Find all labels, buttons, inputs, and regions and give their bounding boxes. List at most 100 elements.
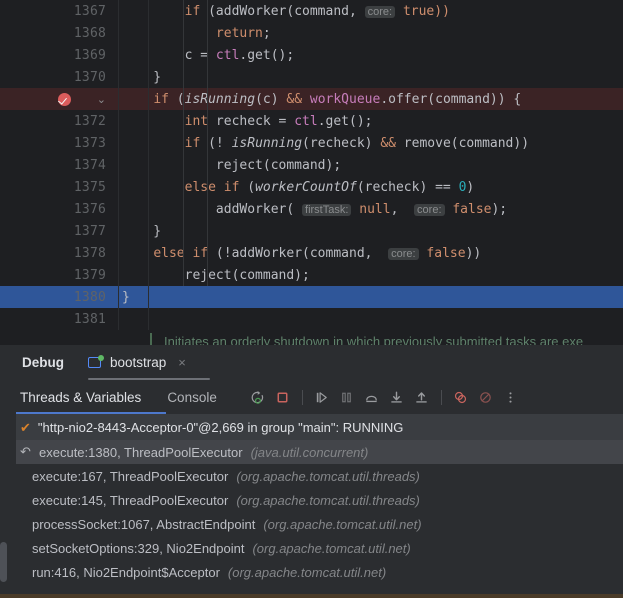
editor-gutter[interactable]: 1379 <box>0 264 118 286</box>
code-line[interactable]: 1373 if (! isRunning(recheck) && remove(… <box>0 132 623 154</box>
stack-frame-row[interactable]: processSocket:1067, AbstractEndpoint (or… <box>0 512 623 536</box>
code-line[interactable]: 1374 reject(command); <box>0 154 623 176</box>
code-line[interactable]: 1369 c = ctl.get(); <box>0 44 623 66</box>
line-number: 1376 <box>73 201 106 217</box>
step-into-icon[interactable] <box>386 386 408 408</box>
tab-console[interactable]: Console <box>167 380 217 414</box>
view-breakpoints-icon[interactable] <box>450 386 472 408</box>
editor-gutter[interactable]: 1377 <box>0 220 118 242</box>
stack-frame-row[interactable]: setSocketOptions:329, Nio2Endpoint (org.… <box>0 536 623 560</box>
debug-toolbar: Threads & Variables Console <box>0 380 623 414</box>
editor-gutter[interactable]: 1370 <box>0 66 118 88</box>
stack-frame-row[interactable]: ↶ execute:1380, ThreadPoolExecutor (java… <box>0 440 623 464</box>
editor-gutter[interactable]: 1380 <box>0 286 118 308</box>
indent-guide <box>183 242 184 264</box>
line-number: 1368 <box>73 25 106 41</box>
line-number: 1372 <box>73 113 106 129</box>
code-line[interactable]: 1381 <box>0 308 623 330</box>
thread-label: "http-nio2-8443-Acceptor-0"@2,669 in gro… <box>37 419 404 435</box>
code-text: } <box>122 69 162 85</box>
line-number: 1370 <box>73 69 106 85</box>
fold-separator <box>148 22 149 44</box>
frame-package: (org.apache.tomcat.util.threads) <box>236 468 420 484</box>
close-icon[interactable]: × <box>178 355 186 370</box>
code-line[interactable]: 1376 addWorker( firstTask: null, core: f… <box>0 198 623 220</box>
code-editor[interactable]: 1367 if (addWorker(command, core: true))… <box>0 0 623 345</box>
frame-return-icon: ↶ <box>20 444 31 460</box>
indent-guide <box>183 154 184 176</box>
editor-gutter[interactable]: 1372 <box>0 110 118 132</box>
frame-package: (org.apache.tomcat.util.net) <box>252 540 411 556</box>
rerun-icon[interactable] <box>247 386 269 408</box>
code-line[interactable]: 1372 int recheck = ctl.get(); <box>0 110 623 132</box>
editor-gutter[interactable]: 1368 <box>0 22 118 44</box>
line-number: 1369 <box>73 47 106 63</box>
frames-scrollbar[interactable] <box>0 542 7 582</box>
editor-gutter[interactable]: 1378 <box>0 242 118 264</box>
tab-threads-variables-label: Threads & Variables <box>20 389 142 405</box>
editor-gutter[interactable]: 1376 <box>0 198 118 220</box>
editor-gutter[interactable]: 1367 <box>0 0 118 22</box>
fold-separator <box>148 132 149 154</box>
stack-frame-row[interactable]: execute:167, ThreadPoolExecutor (org.apa… <box>0 464 623 488</box>
thread-status-icon: ✔ <box>20 419 31 435</box>
code-text: reject(command); <box>122 157 342 173</box>
stack-frame-row[interactable]: execute:145, ThreadPoolExecutor (org.apa… <box>0 488 623 512</box>
editor-gutter[interactable]: 1375 <box>0 176 118 198</box>
frame-method: execute:1380, ThreadPoolExecutor <box>39 444 243 460</box>
code-line[interactable]: ⌄ if (isRunning(c) && workQueue.offer(co… <box>0 88 623 110</box>
run-tab-label: bootstrap <box>110 355 167 370</box>
indent-guide <box>183 110 184 132</box>
ide-window: 1367 if (addWorker(command, core: true))… <box>0 0 623 598</box>
code-line[interactable]: 1379 reject(command); <box>0 264 623 286</box>
gutter-separator <box>118 242 119 264</box>
indent-guide <box>207 242 208 264</box>
stack-frame-row[interactable]: run:416, Nio2Endpoint$Acceptor (org.apac… <box>0 560 623 584</box>
gutter-separator <box>118 110 119 132</box>
fold-separator <box>148 286 149 308</box>
code-line[interactable]: 1378 else if (!addWorker(command, core: … <box>0 242 623 264</box>
tab-console-label: Console <box>167 389 217 405</box>
editor-gutter[interactable]: 1373 <box>0 132 118 154</box>
code-text: return; <box>215 25 271 41</box>
editor-gutter[interactable]: ⌄ <box>0 88 118 110</box>
frame-method: processSocket:1067, AbstractEndpoint <box>32 516 256 532</box>
fold-separator <box>148 0 149 22</box>
run-tab-bootstrap[interactable]: bootstrap × <box>88 345 210 380</box>
breakpoint-icon[interactable] <box>57 92 71 106</box>
gutter-separator <box>118 220 119 242</box>
step-out-icon[interactable] <box>411 386 433 408</box>
chevron-down-icon[interactable]: ⌄ <box>97 94 106 105</box>
code-text: reject(command); <box>122 267 310 283</box>
resume-icon[interactable] <box>311 386 333 408</box>
more-options-icon[interactable] <box>500 386 522 408</box>
code-text: int recheck = ctl.get(); <box>184 113 373 129</box>
indent-guide <box>183 132 184 154</box>
code-line[interactable]: 1367 if (addWorker(command, core: true)) <box>0 0 623 22</box>
code-line[interactable]: 1377 } <box>0 220 623 242</box>
code-line[interactable]: 1375 else if (workerCountOf(recheck) == … <box>0 176 623 198</box>
run-config-icon <box>88 354 104 370</box>
line-number: 1379 <box>73 267 106 283</box>
indent-guide <box>183 22 184 44</box>
indent-guide <box>207 22 208 44</box>
frames-panel[interactable]: ✔ "http-nio2-8443-Acceptor-0"@2,669 in g… <box>0 414 623 598</box>
editor-gutter[interactable]: 1374 <box>0 154 118 176</box>
pause-icon[interactable] <box>336 386 358 408</box>
step-over-icon[interactable] <box>361 386 383 408</box>
code-line[interactable]: 1368 return; <box>0 22 623 44</box>
stop-icon[interactable] <box>272 386 294 408</box>
tab-threads-variables[interactable]: Threads & Variables <box>15 380 146 414</box>
thread-row[interactable]: ✔ "http-nio2-8443-Acceptor-0"@2,669 in g… <box>0 414 623 440</box>
line-number: 1367 <box>73 3 106 19</box>
line-number: 1375 <box>73 179 106 195</box>
mute-breakpoints-icon[interactable] <box>475 386 497 408</box>
code-line[interactable]: 1380} <box>0 286 623 308</box>
line-number: 1374 <box>73 157 106 173</box>
editor-gutter[interactable]: 1381 <box>0 308 118 330</box>
indent-guide <box>183 66 184 88</box>
gutter-separator <box>118 132 119 154</box>
gutter-separator <box>118 286 119 308</box>
editor-gutter[interactable]: 1369 <box>0 44 118 66</box>
code-line[interactable]: 1370 } <box>0 66 623 88</box>
